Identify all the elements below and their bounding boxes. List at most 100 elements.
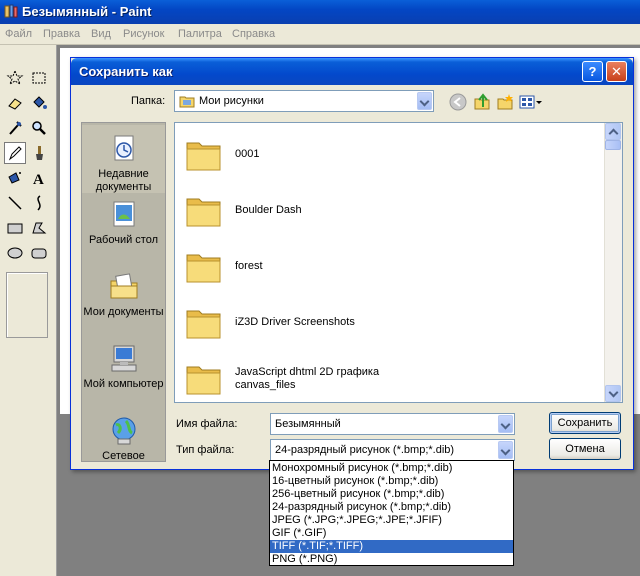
eraser-tool[interactable]	[4, 92, 26, 114]
toolbox: A	[0, 45, 57, 576]
app-title: Безымянный - Paint	[22, 4, 152, 19]
airbrush-tool[interactable]	[4, 167, 26, 189]
pencil-tool[interactable]	[4, 142, 26, 164]
file-type-option[interactable]: GIF (*.GIF)	[270, 527, 513, 540]
place-my-documents[interactable]: Мои документы	[82, 271, 165, 319]
file-name: 0001	[235, 148, 260, 160]
place-my-computer[interactable]: Мой компьютер	[82, 343, 165, 391]
paint-bucket-icon	[33, 96, 47, 109]
rect-select-icon	[32, 72, 46, 84]
menu-colors[interactable]: Палитра	[178, 28, 222, 40]
star-select-icon	[6, 69, 24, 86]
file-type-dropdown-arrow[interactable]	[498, 441, 513, 459]
rectangle-icon	[7, 223, 23, 234]
help-button[interactable]: ?	[582, 61, 603, 82]
file-name-value: Безымянный	[275, 418, 341, 430]
save-button[interactable]: Сохранить	[549, 412, 621, 434]
network-icon	[112, 417, 135, 445]
file-type-option[interactable]: 16-цветный рисунок (*.bmp;*.dib)	[270, 475, 513, 488]
menu-view[interactable]: Вид	[91, 28, 111, 40]
file-type-option[interactable]: 24-разрядный рисунок (*.bmp;*.dib)	[270, 501, 513, 514]
file-name-input[interactable]: Безымянный	[270, 413, 515, 435]
views-menu-icon[interactable]	[519, 93, 543, 111]
place-desktop[interactable]: Рабочий стол	[82, 199, 165, 247]
menubar: Файл Правка Вид Рисунок Палитра Справка	[0, 24, 640, 45]
save-as-dialog: Сохранить как ? ✕ Папка: Мои рисунки Нед…	[70, 57, 634, 470]
back-icon[interactable]	[449, 93, 467, 111]
file-type-dropdown-list: Монохромный рисунок (*.bmp;*.dib) 16-цве…	[269, 460, 514, 566]
folder-combo[interactable]: Мои рисунки	[174, 90, 434, 112]
brush-tool[interactable]	[28, 142, 50, 164]
rounded-rect-tool[interactable]	[28, 242, 50, 264]
rectangle-tool[interactable]	[4, 217, 26, 239]
place-network[interactable]: Сетевое	[82, 415, 165, 462]
file-name-dropdown-arrow[interactable]	[498, 415, 513, 433]
menu-file[interactable]: Файл	[5, 28, 32, 40]
ellipse-tool[interactable]	[4, 242, 26, 264]
tool-options-panel[interactable]	[6, 272, 48, 338]
curve-icon	[37, 195, 41, 211]
scroll-up-button[interactable]	[605, 123, 621, 140]
free-select-tool[interactable]	[4, 67, 26, 89]
place-label-my-computer: Мой компьютер	[83, 378, 164, 390]
brush-icon	[36, 146, 43, 160]
places-bar: Недавние документы Рабочий стол Мои доку…	[81, 122, 166, 462]
file-name: Boulder Dash	[235, 204, 302, 216]
my-computer-icon	[111, 345, 136, 372]
file-type-option[interactable]: Монохромный рисунок (*.bmp;*.dib)	[270, 462, 513, 475]
recent-documents-icon	[114, 135, 133, 161]
folder-icon	[186, 310, 221, 339]
file-type-option-highlighted[interactable]: TIFF (*.TIF;*.TIFF)	[270, 540, 513, 553]
magnifier-icon	[32, 121, 46, 135]
menu-image[interactable]: Рисунок	[123, 28, 165, 40]
line-icon	[8, 196, 22, 210]
place-label-recent: Недавние документы	[95, 168, 152, 193]
text-a-icon: A	[33, 172, 44, 187]
curve-tool[interactable]	[28, 192, 50, 214]
menu-help[interactable]: Справка	[232, 28, 275, 40]
text-tool[interactable]: A	[28, 167, 50, 189]
place-recent-documents[interactable]: Недавние документы	[82, 125, 165, 193]
place-label-network: Сетевое	[102, 450, 145, 462]
file-type-label: Тип файла:	[176, 444, 235, 456]
folder-icon	[186, 198, 221, 227]
dialog-titlebar[interactable]: Сохранить как ? ✕	[71, 58, 633, 85]
new-folder-icon[interactable]	[496, 93, 514, 111]
file-list[interactable]: 0001 Boulder Dash forest iZ3D Driver Scr…	[174, 122, 623, 403]
file-type-option[interactable]: JPEG (*.JPG;*.JPEG;*.JPE;*.JFIF)	[270, 514, 513, 527]
file-name: forest	[235, 260, 263, 272]
menu-edit[interactable]: Правка	[43, 28, 80, 40]
file-type-value: 24-разрядный рисунок (*.bmp;*.dib)	[275, 444, 455, 456]
rounded-rectangle-icon	[31, 248, 47, 259]
place-label-my-documents: Мои документы	[83, 306, 164, 318]
desktop-icon	[113, 201, 134, 227]
folder-small-icon	[179, 96, 195, 108]
app-titlebar: Безымянный - Paint	[0, 0, 640, 24]
polygon-tool[interactable]	[28, 217, 50, 239]
eyedropper-icon	[9, 121, 22, 135]
scroll-thumb[interactable]	[605, 140, 621, 150]
airbrush-icon	[8, 172, 21, 184]
folder-combo-arrow[interactable]	[417, 92, 432, 110]
close-button[interactable]: ✕	[606, 61, 627, 82]
cancel-button[interactable]: Отмена	[549, 438, 621, 460]
ellipse-icon	[7, 247, 23, 259]
pencil-icon	[8, 146, 22, 161]
rect-select-tool[interactable]	[28, 67, 50, 89]
file-type-select[interactable]: 24-разрядный рисунок (*.bmp;*.dib)	[270, 439, 515, 461]
file-name: iZ3D Driver Screenshots	[235, 316, 355, 328]
fill-tool[interactable]	[28, 92, 50, 114]
line-tool[interactable]	[4, 192, 26, 214]
file-list-scrollbar[interactable]	[604, 123, 622, 402]
magnifier-tool[interactable]	[28, 117, 50, 139]
up-folder-icon[interactable]	[473, 93, 491, 111]
folder-label: Папка:	[131, 95, 166, 107]
folder-icon	[186, 366, 221, 395]
svg-text:A: A	[33, 172, 44, 187]
my-documents-icon	[110, 273, 137, 299]
scroll-down-button[interactable]	[605, 385, 621, 402]
file-type-option[interactable]: 256-цветный рисунок (*.bmp;*.dib)	[270, 488, 513, 501]
file-type-option[interactable]: PNG (*.PNG)	[270, 553, 513, 566]
color-picker-tool[interactable]	[4, 117, 26, 139]
place-label-desktop: Рабочий стол	[88, 234, 159, 246]
